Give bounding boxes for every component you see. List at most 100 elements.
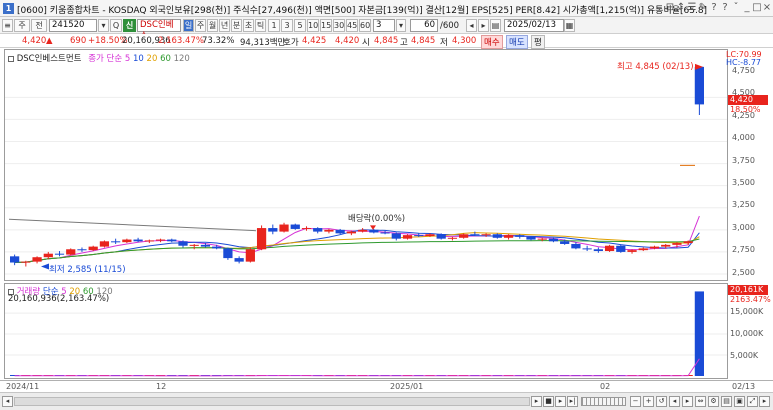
minute-45-button[interactable]: 45 <box>346 19 358 32</box>
minute-60-button[interactable]: 60 <box>359 19 371 32</box>
high-label: 고 <box>400 38 408 48</box>
expand-icon[interactable]: ⤢ <box>747 396 758 407</box>
period-tick-button[interactable]: 틱 <box>255 19 266 32</box>
candle-body <box>436 234 446 239</box>
candle-body <box>32 257 42 262</box>
volume-chart-panel[interactable]: 거래량 단순 5 20 60 120 20,160,936(2,163.47%) <box>4 283 728 379</box>
stop-icon[interactable]: ■ <box>543 396 554 407</box>
interval-input[interactable]: 3 <box>373 19 395 32</box>
price-chart-panel[interactable]: DSC인베스트먼트 종가 단순 5 10 20 60 120 최고 4,845 … <box>4 49 728 281</box>
sell-button[interactable]: 매도 <box>506 35 528 49</box>
search-icon[interactable]: Q <box>110 19 122 32</box>
candle-body <box>346 231 356 234</box>
save-icon[interactable]: ▣ <box>734 396 745 407</box>
period-minute-button[interactable]: 분 <box>231 19 242 32</box>
close-icon[interactable]: × <box>761 2 773 14</box>
stock-code-input[interactable]: 241520 <box>49 19 97 32</box>
candle-body <box>683 241 693 244</box>
scroll-right-icon[interactable]: ▸ <box>478 19 489 32</box>
minute-1-button[interactable]: 1 <box>268 19 280 32</box>
scroll-left-icon[interactable]: ◂ <box>466 19 477 32</box>
period-week-button[interactable]: 주 <box>195 19 206 32</box>
table-view-icon[interactable]: ▤ <box>490 19 501 32</box>
date-axis: 2024/11 12 2025/01 02 02/13 <box>0 380 773 392</box>
volume-tag: 20,161K <box>728 285 768 295</box>
reset-icon[interactable]: ↺ <box>656 396 667 407</box>
candle-body <box>189 244 199 246</box>
candle-body <box>256 228 267 250</box>
candle-body <box>111 241 121 243</box>
buy-button[interactable]: 매수 <box>481 35 503 49</box>
zoom-in-icon[interactable]: + <box>643 396 654 407</box>
candle-body <box>245 249 255 262</box>
candle-body <box>593 249 603 252</box>
date-input[interactable]: 2025/02/13 <box>504 19 564 32</box>
candle-body <box>425 234 435 237</box>
chart-scrollbar[interactable]: ◂ ▸ ■ ▸ ▸| − + ↺ ◂ ▸ ⇔ ⚙ ▤ ▣ ⤢ ▸ <box>0 392 773 410</box>
candle-body <box>290 224 300 229</box>
candle-body <box>144 240 154 242</box>
minute-5-button[interactable]: 5 <box>294 19 306 32</box>
zoom-slider[interactable] <box>581 397 626 406</box>
period-year-button[interactable]: 년 <box>219 19 230 32</box>
candle-body <box>200 244 211 247</box>
legend-checkbox-icon[interactable] <box>8 55 14 62</box>
code-dropdown-icon[interactable]: ▾ <box>98 19 109 32</box>
candle-body <box>155 239 166 241</box>
open-price: 4,845 <box>374 36 399 46</box>
minute-30-button[interactable]: 30 <box>333 19 345 32</box>
step-forward-icon[interactable]: ▸ <box>555 396 566 407</box>
x-label-dec: 12 <box>156 382 167 391</box>
minute-10-button[interactable]: 10 <box>307 19 319 32</box>
candle-body <box>537 238 547 240</box>
volume-pct: 2,163.47% <box>158 36 204 46</box>
candle-body <box>459 234 469 238</box>
prev-button[interactable]: 전 <box>31 19 47 32</box>
period-month-button[interactable]: 월 <box>207 19 218 32</box>
menu-toggle-button[interactable]: ≡ <box>2 19 13 32</box>
flat-button[interactable]: 평 <box>531 35 545 49</box>
settings-icon[interactable]: ⚙ <box>708 396 719 407</box>
quote-bar: 4,420 ▲ 690 +18.50% 20,160,936 2,163.47%… <box>0 34 773 49</box>
scroll-track[interactable] <box>14 397 530 406</box>
candle-body <box>167 239 177 242</box>
minute-15-button[interactable]: 15 <box>320 19 332 32</box>
candle-body <box>649 246 660 249</box>
candle-body <box>560 241 570 244</box>
step-end-icon[interactable]: ▸| <box>567 396 578 407</box>
zoom-out-icon[interactable]: − <box>630 396 641 407</box>
scroll-right-arrow-icon[interactable]: ▸ <box>531 396 542 407</box>
candle-body <box>178 241 188 246</box>
current-price-tag: 4,420 <box>728 95 768 105</box>
candle-body <box>414 235 424 237</box>
minute-3-button[interactable]: 3 <box>281 19 293 32</box>
low-annotation: 최저 2,585 (11/15) <box>49 265 126 275</box>
scroll-left-arrow-icon[interactable]: ◂ <box>2 396 13 407</box>
price-axis[interactable]: LC:70.99 HC:-8.77 4,750 4,500 4,250 4,000 3,… <box>726 49 772 379</box>
pan-right-icon[interactable]: ▸ <box>682 396 693 407</box>
candle-body <box>447 237 458 239</box>
count-total: /600 <box>440 21 460 31</box>
candle-body <box>122 239 132 243</box>
count-input[interactable]: 60 <box>410 19 438 32</box>
period-day-button[interactable]: 일 <box>183 19 194 32</box>
credit-badge: 신 <box>123 19 136 32</box>
stock-name-field: DSC인베스 <box>137 19 181 41</box>
pan-left-icon[interactable]: ◂ <box>669 396 680 407</box>
candle-body <box>503 235 514 238</box>
candle-body <box>99 241 110 247</box>
fit-icon[interactable]: ⇔ <box>695 396 706 407</box>
current-pct-tag: 18.50% <box>730 105 761 114</box>
scroll-end-icon[interactable]: ▸ <box>759 396 770 407</box>
candle-body <box>694 66 704 105</box>
candle-body <box>627 250 637 252</box>
period-second-button[interactable]: 초 <box>243 19 254 32</box>
price-tick-label: 2,500 <box>732 267 755 277</box>
print-icon[interactable]: ▤ <box>721 396 732 407</box>
chart-type-button[interactable]: 주 <box>14 19 30 32</box>
price-chart-canvas <box>5 63 727 275</box>
calendar-icon[interactable]: ▦ <box>564 19 575 32</box>
candle-body <box>54 253 65 255</box>
candle-body <box>212 246 222 249</box>
candle-body <box>77 249 87 251</box>
